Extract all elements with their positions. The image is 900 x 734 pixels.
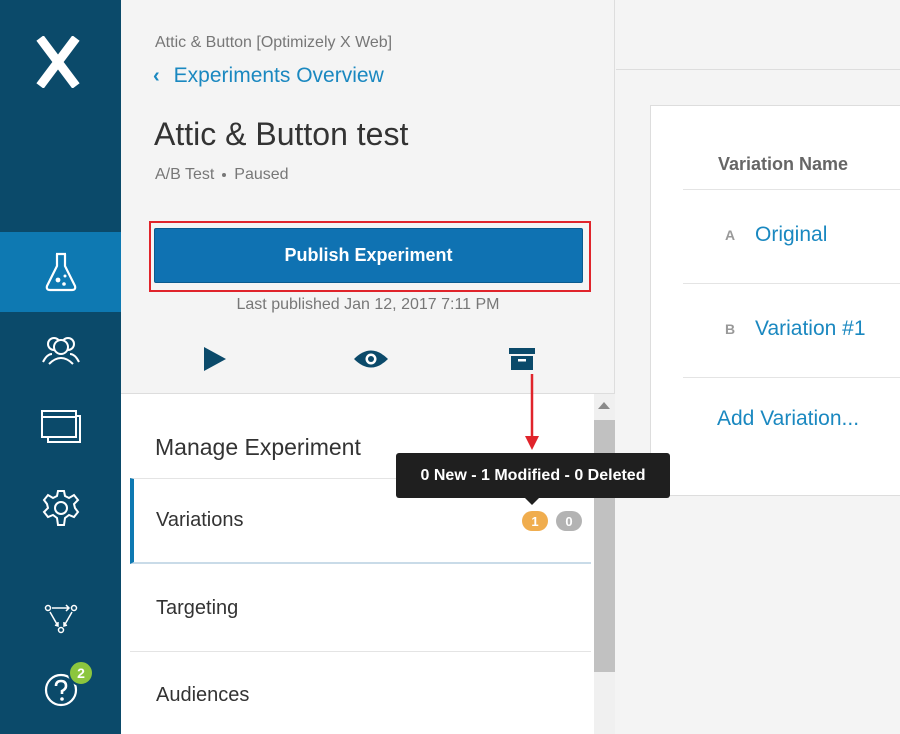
variation-letter: A [725, 227, 736, 243]
left-navigation: 2 [0, 0, 121, 734]
variation-name-link[interactable]: Variation #1 [755, 317, 866, 341]
nav-settings[interactable] [0, 468, 121, 548]
change-summary-tooltip: 0 New - 1 Modified - 0 Deleted [396, 453, 670, 498]
back-to-experiments-link[interactable]: ‹ Experiments Overview [153, 64, 384, 88]
manage-item-label: Audiences [156, 684, 250, 706]
scrollbar[interactable] [594, 394, 615, 734]
experiment-type: A/B Test [155, 166, 215, 183]
publish-experiment-button[interactable]: Publish Experiment [154, 228, 583, 283]
nav-audiences[interactable] [0, 310, 121, 390]
experiment-status: Paused [234, 166, 289, 183]
variation-row[interactable]: B Variation #1 [725, 317, 866, 341]
last-published-text: Last published Jan 12, 2017 7:11 PM [236, 296, 500, 313]
manage-experiment-section: Manage Experiment Variations 1 0 Targeti… [121, 393, 615, 734]
add-variation-link[interactable]: Add Variation... [717, 407, 859, 431]
nav-program-management[interactable] [0, 578, 121, 658]
divider [683, 283, 900, 284]
variation-name-link[interactable]: Original [755, 223, 827, 247]
eye-icon [354, 350, 388, 368]
manage-item-label: Targeting [156, 597, 239, 619]
people-group-icon [41, 337, 80, 365]
archive-button[interactable] [507, 343, 537, 375]
archive-box-icon [509, 348, 535, 370]
start-experiment-button[interactable] [199, 343, 229, 375]
chevron-left-icon: ‹ [153, 64, 160, 87]
separator-dot [222, 173, 227, 177]
manage-item-audiences[interactable]: Audiences [130, 653, 591, 734]
variations-card: Variation Name A Original B Variation #1… [650, 105, 900, 496]
experiment-sidebar: Attic & Button [Optimizely X Web] ‹ Expe… [121, 0, 615, 734]
scroll-up-arrow-icon[interactable] [598, 402, 610, 409]
manage-item-label: Variations [156, 509, 244, 531]
project-name: Attic & Button [Optimizely X Web] [155, 34, 393, 51]
modified-count-badge: 1 [522, 511, 548, 531]
page-title: Attic & Button test [154, 116, 409, 152]
manage-item-targeting[interactable]: Targeting [130, 566, 591, 652]
tooltip-pointer [524, 497, 540, 505]
gear-icon [42, 490, 79, 526]
experiment-meta: A/B Test Paused [155, 166, 289, 184]
variation-name-column-header: Variation Name [718, 154, 849, 174]
preview-button[interactable] [351, 343, 391, 375]
play-icon [204, 347, 226, 371]
nav-help[interactable] [0, 650, 121, 730]
flask-icon [45, 252, 76, 292]
nav-pages[interactable] [0, 386, 121, 466]
workflow-nodes-icon [44, 604, 77, 634]
back-link-label: Experiments Overview [173, 64, 384, 87]
right-header-bar [616, 0, 900, 70]
divider [683, 189, 900, 190]
nav-experiments[interactable] [0, 232, 121, 312]
browser-windows-icon [40, 410, 81, 443]
optimizely-logo-icon[interactable] [36, 35, 80, 89]
divider [683, 377, 900, 378]
deleted-count-badge: 0 [556, 511, 582, 531]
manage-experiment-heading: Manage Experiment [155, 434, 361, 460]
variation-row[interactable]: A Original [725, 223, 827, 247]
help-notification-badge: 2 [68, 660, 94, 686]
variation-letter: B [725, 321, 736, 337]
